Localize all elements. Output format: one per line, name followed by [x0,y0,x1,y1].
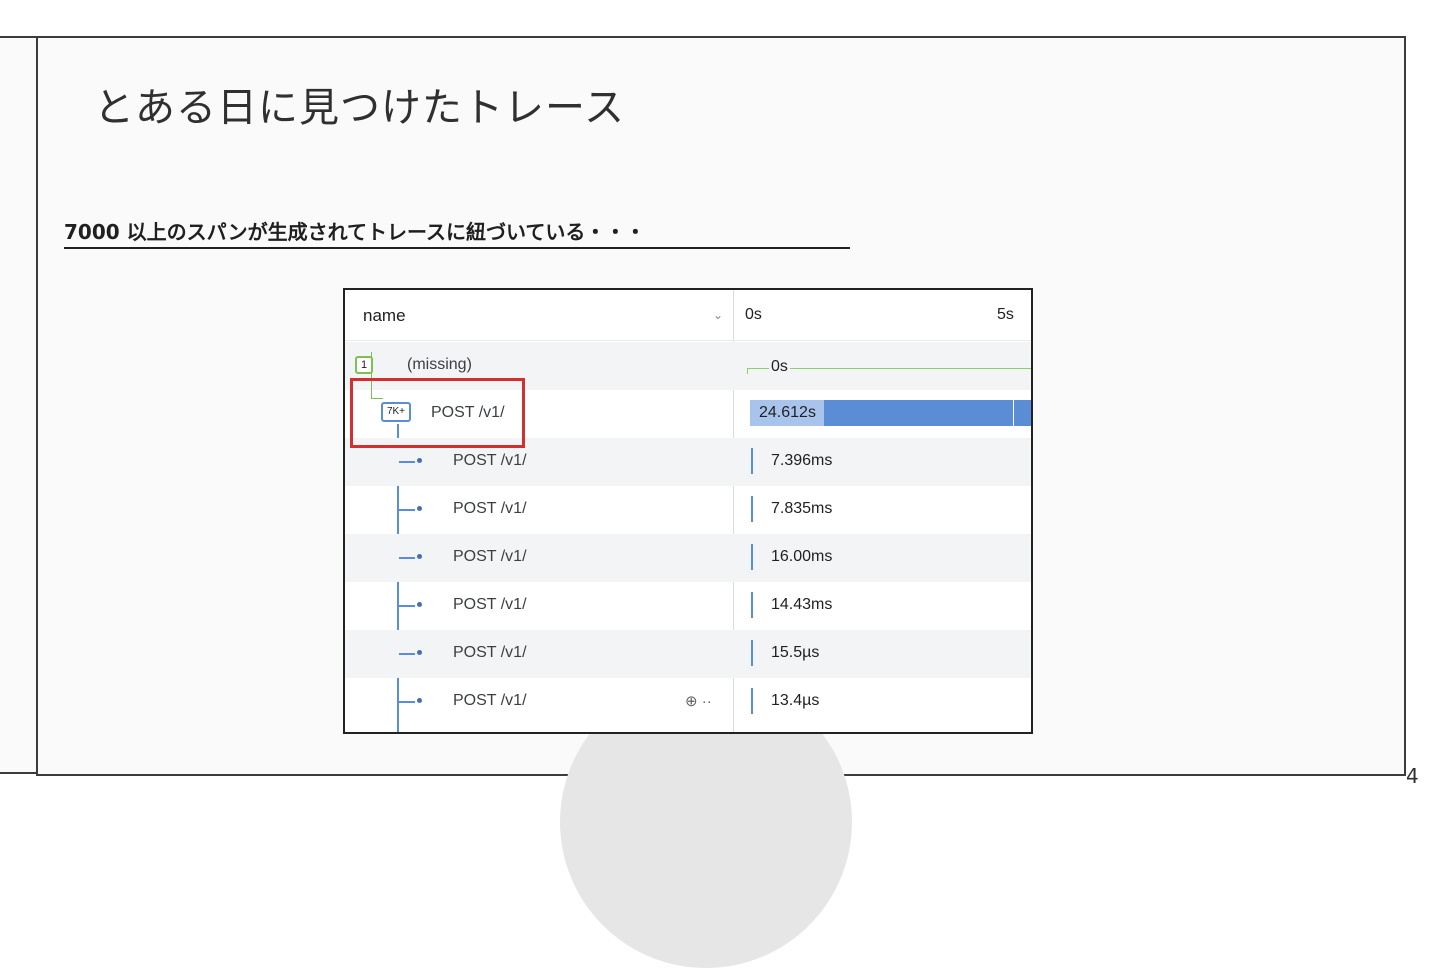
tree-branch [399,605,415,607]
span-name: POST /v1/ [453,452,527,469]
slide-title: とある日に見つけたトレース [94,85,625,131]
trace-child-row[interactable]: POST /v1/ 15.5µs [345,630,1031,678]
frame-edge-bottom [0,772,36,774]
trace-header: name ⌄ 0s 5s [345,290,1031,341]
trace-child-row[interactable]: POST /v1/ 14.43ms [345,582,1031,630]
root-timeline-hook [747,368,748,374]
slide-subtitle: 7000 以上のスパンが生成されてトレースに紐づいている・・・ [64,216,850,249]
tree-branch [399,461,415,463]
frame-edge-top [0,36,36,38]
span-dot-icon [417,554,422,559]
span-bar-marker [1013,400,1014,426]
span-duration: 24.612s [759,404,816,421]
page-number: 4 [1406,764,1419,788]
span-duration: 16.00ms [771,548,833,565]
span-duration: 13.4µs [771,692,820,709]
span-duration-tick [751,496,753,522]
span-dot-icon [417,506,422,511]
span-dot-icon [417,698,422,703]
slide-left-band [0,36,36,774]
span-name: (missing) [407,356,472,373]
trace-child-row[interactable]: POST /v1/ ⊕ ·· 13.4µs [345,678,1031,726]
trace-panel: name ⌄ 0s 5s 1 (missing) 0s 7K+ POST /v1… [343,288,1033,734]
timeline-mark-label: 5s [997,306,1014,323]
span-duration-tick [751,544,753,570]
tree-branch [399,557,415,559]
span-duration-tick [751,688,753,714]
span-dot-icon [417,602,422,607]
span-duration: 7.835ms [771,500,833,517]
span-dot-icon [417,650,422,655]
timeline-start-label: 0s [745,306,762,323]
tree-branch [399,509,415,511]
span-duration: 7.396ms [771,452,833,469]
span-name: POST /v1/ [453,596,527,613]
span-duration-tick [751,448,753,474]
trace-child-row[interactable]: POST /v1/ 16.00ms [345,534,1031,582]
name-column-header[interactable]: name [363,306,406,326]
span-name: POST /v1/ [453,548,527,565]
span-dot-icon [417,458,422,463]
tree-branch [399,701,415,703]
span-name: POST /v1/ [453,692,527,709]
span-name: POST /v1/ [453,644,527,661]
span-duration: 15.5µs [771,644,820,661]
span-duration-tick [751,640,753,666]
trace-child-row[interactable]: POST /v1/ 7.835ms [345,486,1031,534]
zoom-in-icon[interactable]: ⊕ ·· [685,692,712,710]
chevron-down-icon[interactable]: ⌄ [713,308,723,322]
span-duration: 14.43ms [771,596,833,613]
span-name: POST /v1/ [453,500,527,517]
tree-branch [399,653,415,655]
span-duration: 0s [769,358,790,376]
span-duration-tick [751,592,753,618]
highlight-box [350,378,525,448]
